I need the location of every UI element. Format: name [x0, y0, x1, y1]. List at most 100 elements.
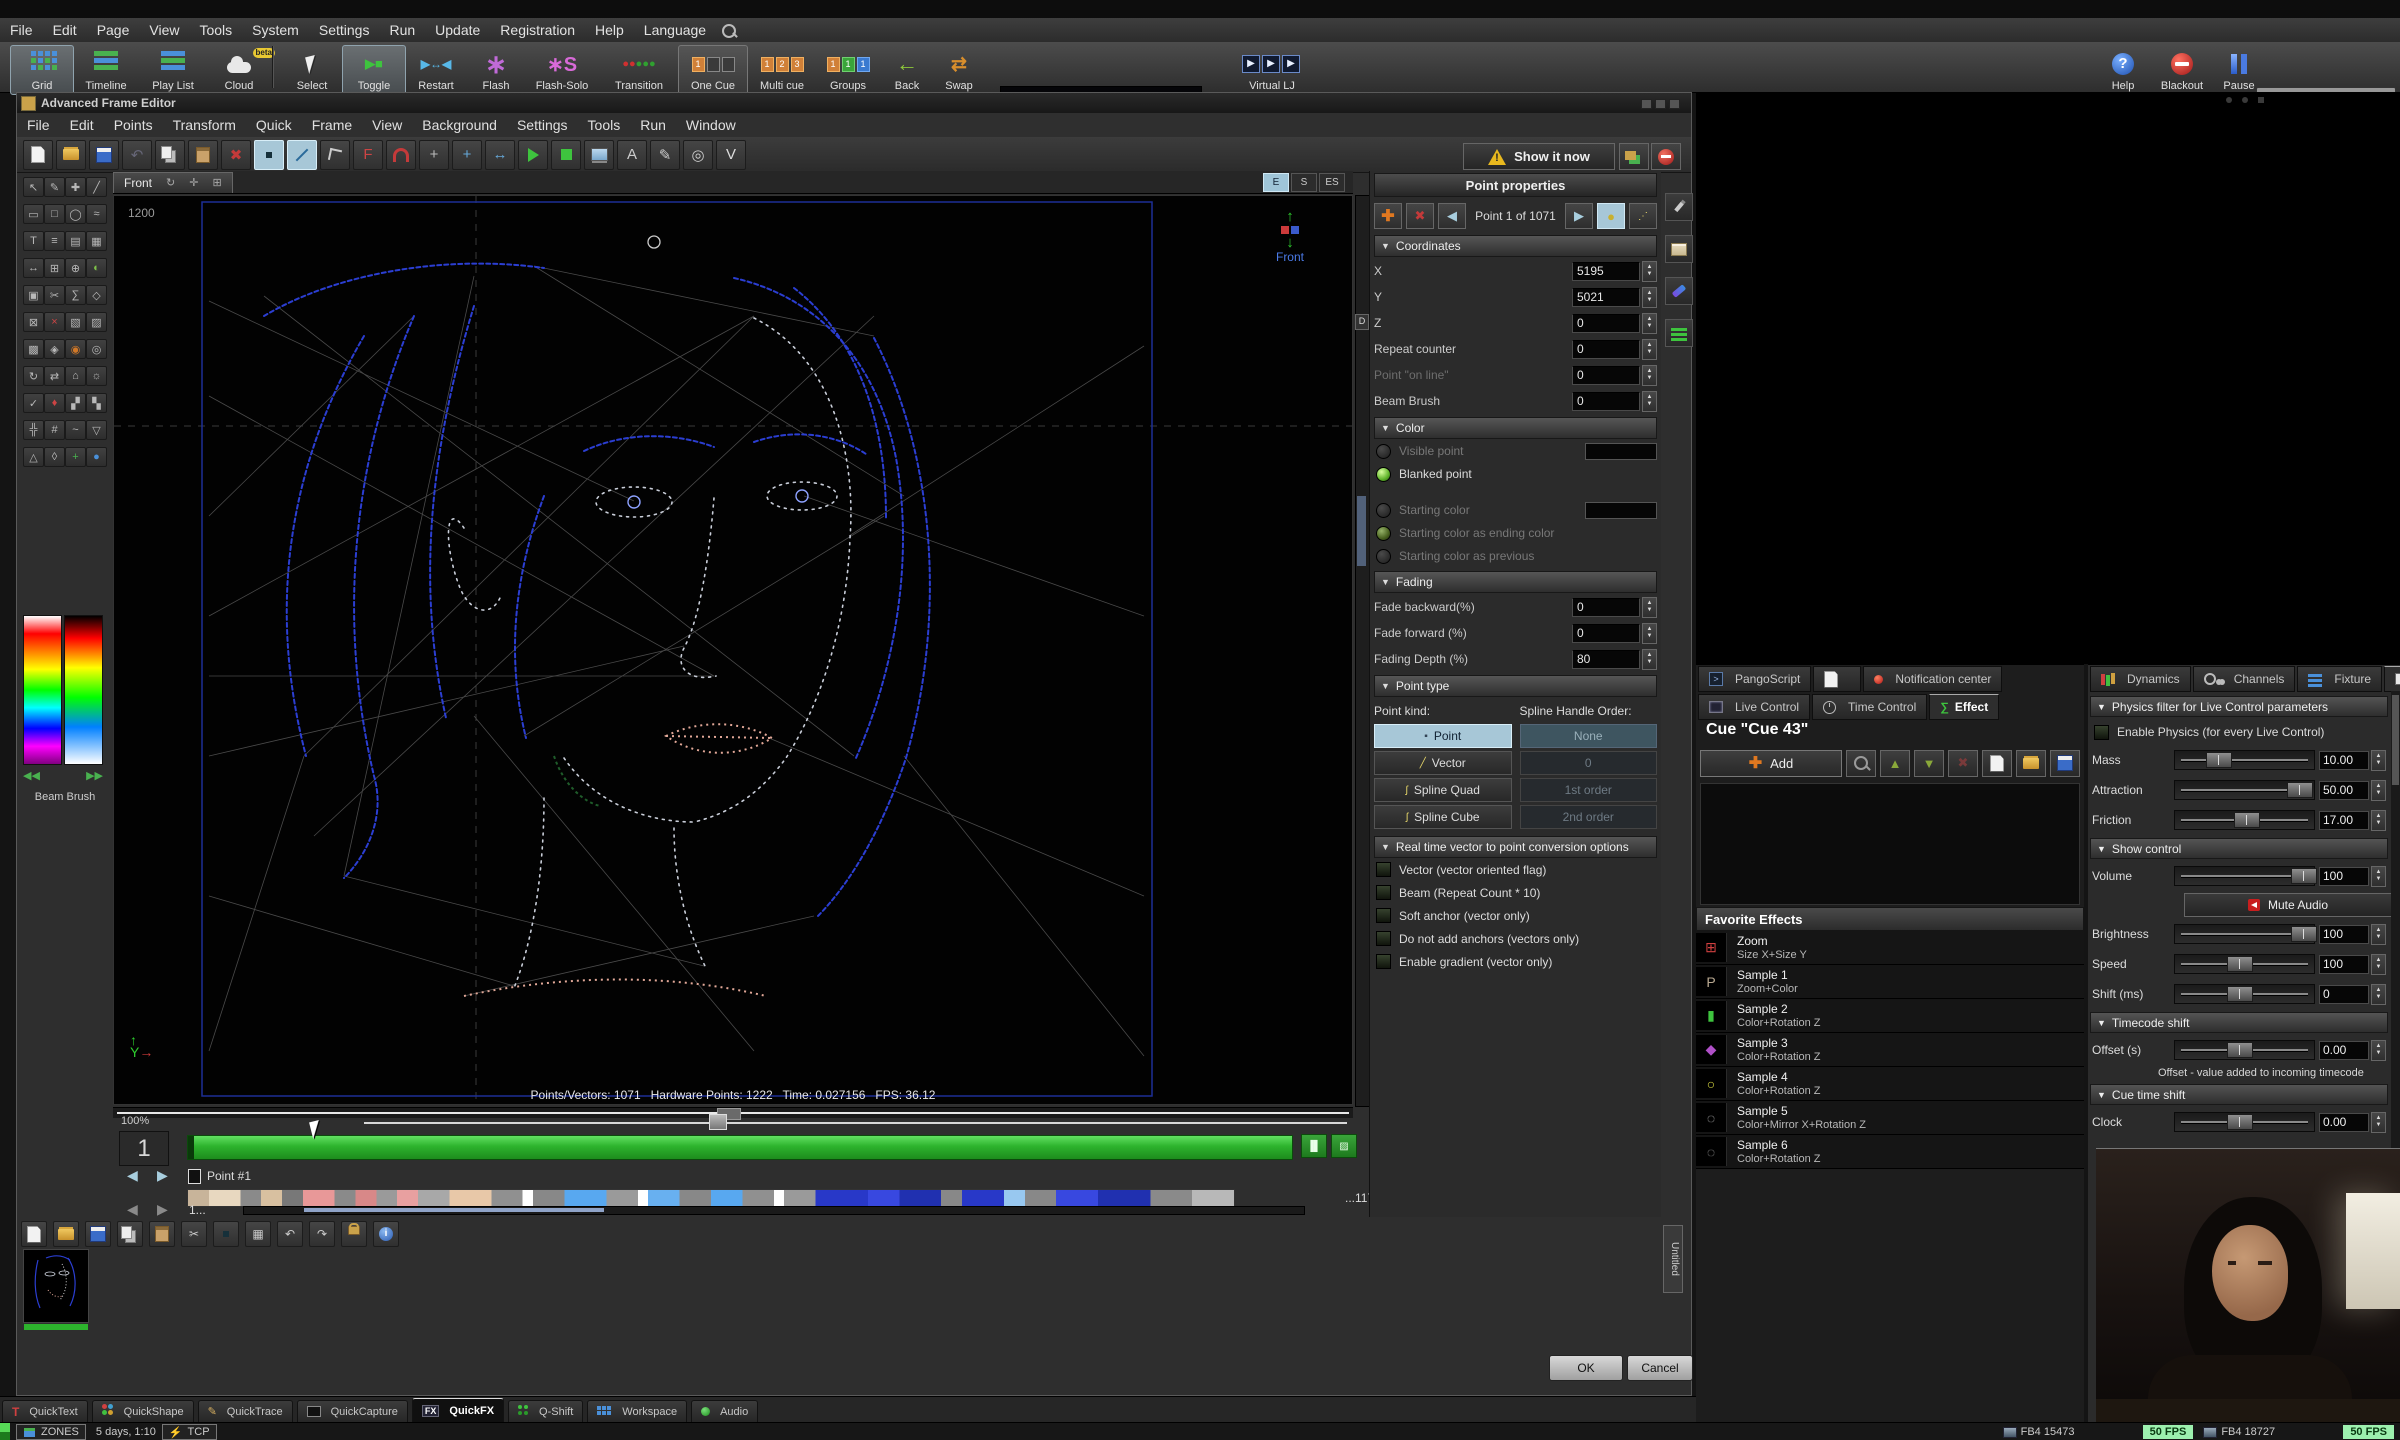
tool-button[interactable]: ▚: [86, 393, 107, 413]
quick-tab[interactable]: Workspace: [587, 1400, 687, 1422]
spline-view-toggle[interactable]: ⋰: [1629, 203, 1657, 229]
color-gradient-2[interactable]: [64, 615, 103, 765]
radio-led[interactable]: [1376, 503, 1391, 518]
slider-track[interactable]: [2174, 1040, 2315, 1060]
tcp-button[interactable]: ⚡ TCP: [162, 1424, 217, 1440]
editor-menu-item[interactable]: File: [17, 113, 60, 137]
pin-button[interactable]: [1665, 193, 1693, 221]
projection-button[interactable]: S: [1291, 173, 1317, 192]
slider-thumb[interactable]: [2227, 1042, 2253, 1058]
grid-toggle-button[interactable]: ▦: [245, 1221, 271, 1247]
editor-tool-button[interactable]: [518, 140, 548, 170]
fading-input[interactable]: 0: [1572, 598, 1640, 617]
spinner[interactable]: ▲▼: [1642, 365, 1657, 386]
tool-button[interactable]: ╱: [86, 177, 107, 197]
slider-track[interactable]: [2174, 750, 2315, 770]
menu-item[interactable]: Page: [87, 18, 140, 42]
slider-track[interactable]: [2174, 780, 2315, 800]
tool-button[interactable]: ◎: [86, 339, 107, 359]
spinner[interactable]: ▲▼: [1642, 623, 1657, 644]
menu-item[interactable]: Language: [634, 18, 716, 42]
tool-button[interactable]: ◇: [86, 285, 107, 305]
editor-tool-button[interactable]: V: [716, 140, 746, 170]
spinner[interactable]: ▲▼: [2371, 954, 2386, 975]
tool-button[interactable]: ⊠: [23, 312, 44, 332]
editor-menu-item[interactable]: Window: [676, 113, 746, 137]
open-frame-button[interactable]: [53, 1221, 79, 1247]
tool-button[interactable]: ◈: [44, 339, 65, 359]
editor-tool-button[interactable]: [23, 140, 53, 170]
preview-control-dot[interactable]: [2242, 97, 2248, 103]
next-point-button[interactable]: ▶: [1565, 203, 1593, 229]
point-view-toggle[interactable]: ●: [1597, 203, 1625, 229]
add-effect-button[interactable]: ✚Add: [1700, 750, 1842, 777]
fading-section-header[interactable]: ▼ Fading: [1374, 571, 1657, 593]
minimize-button[interactable]: [1641, 99, 1652, 109]
coordinate-input[interactable]: 0: [1572, 366, 1640, 385]
editor-titlebar[interactable]: Advanced Frame Editor: [17, 93, 1691, 113]
blackout-button[interactable]: Blackout: [2148, 45, 2216, 95]
menu-item[interactable]: Help: [585, 18, 634, 42]
editor-menu-item[interactable]: Settings: [507, 113, 578, 137]
lock-button[interactable]: [341, 1221, 367, 1247]
tool-button[interactable]: ∑: [65, 285, 86, 305]
physics-section-header[interactable]: ▼ Physics filter for Live Control parame…: [2090, 696, 2388, 717]
slider-value[interactable]: 0.00: [2319, 1041, 2369, 1060]
slider-value[interactable]: 0.00: [2319, 1113, 2369, 1132]
point-kind-button[interactable]: ʃ Spline Cube: [1374, 805, 1512, 829]
editor-tool-button[interactable]: [320, 140, 350, 170]
tool-button[interactable]: T: [23, 231, 44, 251]
tool-button[interactable]: ▤: [65, 231, 86, 251]
move-down-button[interactable]: ▼: [1914, 750, 1944, 777]
list-button[interactable]: [1665, 319, 1693, 347]
tool-button[interactable]: ▨: [86, 312, 107, 332]
radio-led[interactable]: [1376, 549, 1391, 564]
editor-tool-button[interactable]: +: [419, 140, 449, 170]
frame-thumbnail[interactable]: [23, 1249, 89, 1323]
checkbox[interactable]: [1376, 908, 1391, 923]
spline-handle-button[interactable]: 0: [1520, 751, 1658, 775]
tool-button[interactable]: ×: [44, 312, 65, 332]
new-frame-button[interactable]: [21, 1221, 47, 1247]
editor-tool-button[interactable]: ↶: [122, 140, 152, 170]
checkbox[interactable]: [1376, 954, 1391, 969]
editor-tool-button[interactable]: [254, 140, 284, 170]
mute-audio-button[interactable]: Mute Audio: [2184, 893, 2392, 917]
spinner[interactable]: ▲▼: [1642, 339, 1657, 360]
editor-tool-button[interactable]: ✎: [650, 140, 680, 170]
untitled-tab[interactable]: Untitled: [1663, 1225, 1683, 1293]
editor-tool-button[interactable]: [56, 140, 86, 170]
prev-point-button[interactable]: ◀: [1438, 203, 1466, 229]
editor-menu-item[interactable]: Background: [412, 113, 507, 137]
spinner[interactable]: ▲▼: [1642, 597, 1657, 618]
editor-tool-button[interactable]: F: [353, 140, 383, 170]
slider-value[interactable]: 50.00: [2319, 781, 2369, 800]
point-type-section-header[interactable]: ▼ Point type: [1374, 675, 1657, 697]
grid-button[interactable]: Grid: [10, 45, 74, 95]
slider-track[interactable]: [2174, 984, 2315, 1004]
checkbox[interactable]: [1376, 885, 1391, 900]
restart-button[interactable]: ▶↔◀ Restart: [404, 45, 468, 95]
zones-button[interactable]: ZONES: [16, 1424, 86, 1440]
delete-effect-button[interactable]: ✖: [1948, 750, 1978, 777]
point-kind-button[interactable]: ▪ Point: [1374, 724, 1512, 748]
toggle-button[interactable]: ▶■ Toggle: [342, 45, 406, 95]
tool-button[interactable]: ↖: [23, 177, 44, 197]
editor-tool-button[interactable]: ↔: [485, 140, 515, 170]
tool-button[interactable]: ▧: [65, 312, 86, 332]
timeline-scroll-thumb[interactable]: [304, 1208, 604, 1212]
spinner[interactable]: ▲▼: [2371, 924, 2386, 945]
slider-track[interactable]: [2174, 866, 2315, 886]
tool-button[interactable]: ↔: [23, 258, 44, 278]
panel-tab[interactable]: PangoScript: [1698, 666, 1811, 692]
tool-button[interactable]: ╬: [23, 420, 44, 440]
projection-button[interactable]: ES: [1319, 173, 1345, 192]
tool-button[interactable]: △: [23, 447, 44, 467]
transition-button[interactable]: ●●●●● Transition: [600, 45, 678, 95]
slider-thumb[interactable]: [2227, 1114, 2253, 1130]
editor-tool-button[interactable]: [89, 140, 119, 170]
color-palette[interactable]: [23, 615, 103, 765]
scroll-right-arrow[interactable]: ▶: [157, 1201, 168, 1218]
info-button[interactable]: i: [373, 1221, 399, 1247]
color-swatch[interactable]: [1585, 502, 1657, 519]
